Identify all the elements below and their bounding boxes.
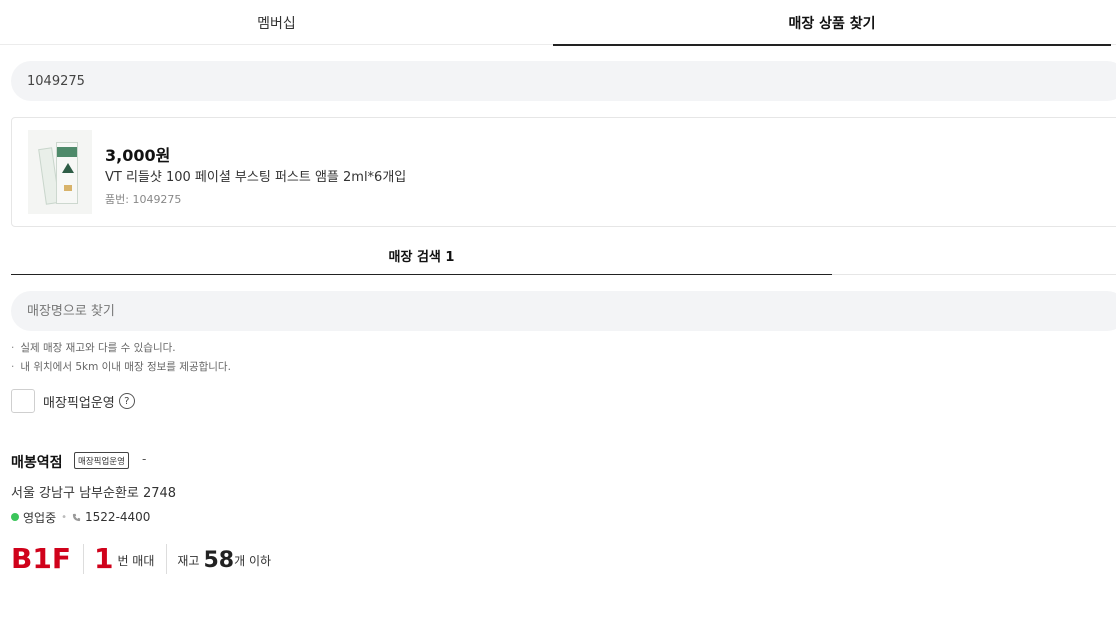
pickup-checkbox[interactable] — [11, 389, 35, 413]
product-card[interactable]: 3,000원 VT 리들샷 100 페이셜 부스팅 퍼스트 앰플 2ml*6개입… — [11, 117, 1116, 227]
floor-label: B1F — [11, 542, 71, 575]
open-status-dot-icon — [11, 513, 19, 521]
pickup-badge: 매장픽업운영 — [74, 452, 129, 469]
store-phone[interactable]: 1522-4400 — [85, 510, 150, 524]
bullet-icon: · — [11, 342, 15, 354]
top-tabs: 멤버십 매장 상품 찾기 — [0, 0, 1116, 46]
help-icon[interactable]: ? — [118, 393, 135, 409]
store-status-row: 영업중 • 1522-4400 — [11, 509, 150, 525]
shelf-number: 1 — [93, 542, 114, 575]
product-search-bar — [11, 61, 1116, 101]
store-address: 서울 강남구 남부순환로 2748 — [11, 486, 177, 501]
product-code: 품번: 1049275 — [105, 193, 182, 206]
stock-suffix: 개 이하 — [234, 554, 272, 568]
bullet-icon: · — [11, 361, 15, 373]
product-name: VT 리들샷 100 페이셜 부스팅 퍼스트 앰플 2ml*6개입 — [105, 170, 407, 185]
stock-count: 58 — [203, 548, 235, 573]
open-status: 영업중 — [23, 510, 57, 525]
divider — [82, 544, 84, 574]
tab-store-product-search[interactable]: 매장 상품 찾기 — [553, 0, 1111, 46]
pickup-checkbox-label[interactable]: 매장픽업운영 — [43, 392, 115, 411]
tab-store-search[interactable]: 매장 검색 1 — [11, 246, 832, 275]
pickup-filter: 매장픽업운영 ? — [11, 389, 135, 413]
product-price: 3,000원 — [105, 146, 171, 165]
stock-location: B1F 1 번 매대 재고 58 개 이하 — [11, 536, 271, 576]
tab-divider — [832, 274, 1116, 275]
notice-stock: · 실제 매장 재고와 다를 수 있습니다. — [11, 342, 176, 354]
shelf-label: 번 매대 — [117, 554, 155, 568]
store-search-bar — [11, 291, 1116, 331]
phone-icon — [72, 513, 81, 521]
product-search-input[interactable] — [27, 73, 927, 89]
stock-prefix: 재고 — [177, 554, 200, 568]
separator-dot: • — [61, 511, 68, 523]
product-thumbnail — [28, 130, 92, 214]
store-name[interactable]: 매봉역점 — [11, 452, 63, 472]
store-search-input[interactable] — [27, 303, 927, 319]
notice-radius: · 내 위치에서 5km 이내 매장 정보를 제공합니다. — [11, 361, 231, 373]
tab-membership[interactable]: 멤버십 — [0, 0, 553, 45]
store-distance: - — [142, 452, 147, 466]
divider — [166, 544, 168, 574]
